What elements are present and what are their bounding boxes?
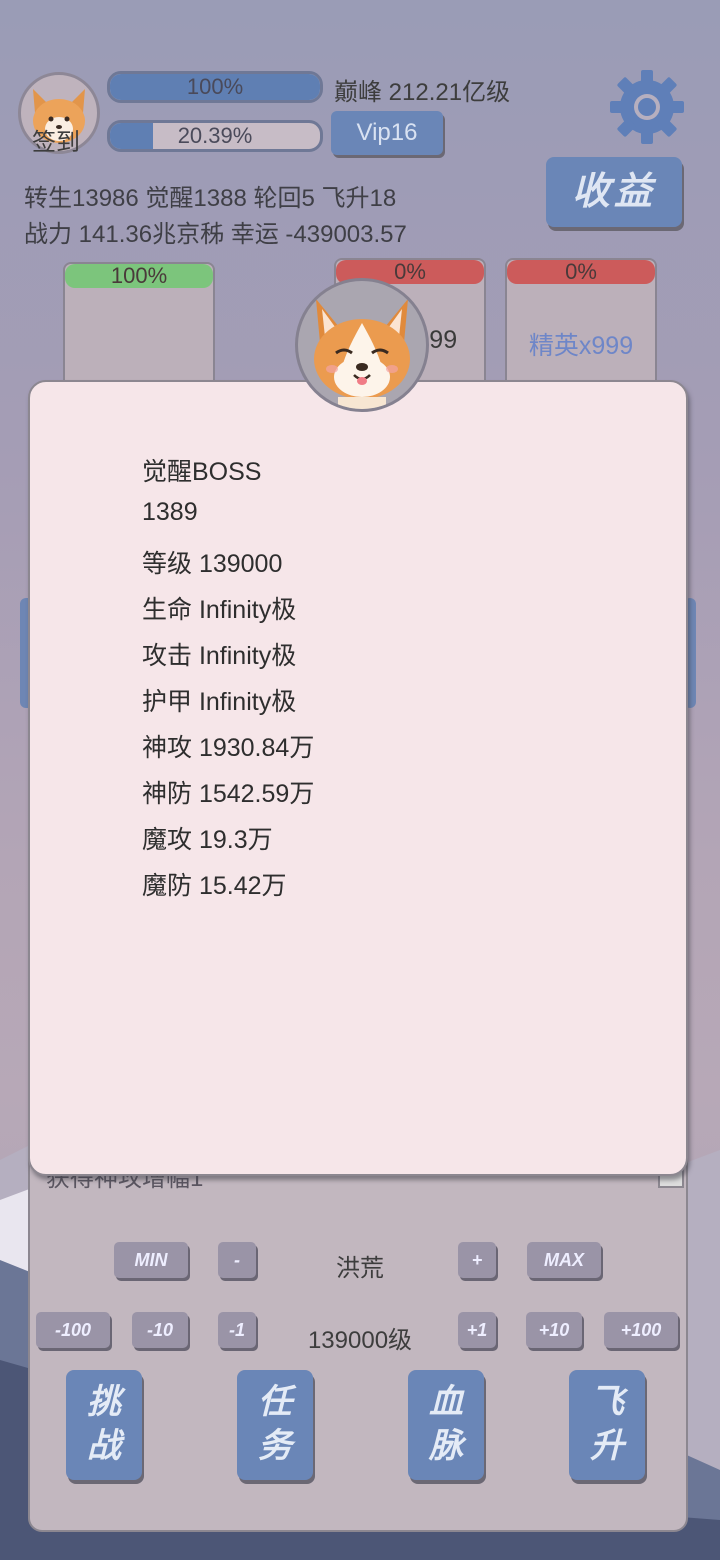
card-progress: 0%	[507, 260, 655, 284]
boss-magic-defense: 魔防 15.42万	[142, 872, 287, 900]
tier-label: 洪荒	[336, 1255, 384, 1282]
minus-10-button[interactable]: -10	[132, 1312, 188, 1348]
rebirth-stats-text: 转生13986 觉醒1388 轮回5 飞升18	[24, 185, 397, 212]
task-label-1: 任	[258, 1383, 292, 1421]
bloodline-label-1: 血	[429, 1383, 463, 1421]
max-button[interactable]: MAX	[527, 1242, 601, 1278]
progress-exp-text: 20.39%	[177, 123, 253, 148]
ascend-label-2: 升	[590, 1427, 624, 1465]
boss-hp: 生命 Infinity极	[142, 596, 297, 624]
boss-number: 1389	[142, 498, 198, 526]
progress-bar-exp: 20.39%	[107, 120, 323, 152]
level-label: 139000级	[307, 1327, 413, 1354]
boss-title: 觉醒BOSS	[142, 458, 262, 486]
gear-icon[interactable]	[608, 68, 686, 146]
bloodline-button[interactable]: 血 脉	[408, 1370, 484, 1480]
plus-100-button[interactable]: +100	[604, 1312, 678, 1348]
task-label-2: 务	[258, 1427, 292, 1465]
corgi-icon	[314, 299, 410, 409]
boss-divine-defense: 神防 1542.59万	[142, 780, 315, 808]
card-elite[interactable]: 0% 精英x999	[505, 258, 657, 392]
earnings-button[interactable]: 收益	[546, 157, 682, 227]
progress-bar-level: 100%	[107, 71, 323, 103]
progress-level-text: 100%	[186, 74, 244, 99]
bloodline-label-2: 脉	[429, 1427, 463, 1465]
boss-avatar	[295, 278, 429, 412]
task-button[interactable]: 任 务	[237, 1370, 313, 1480]
boss-divine-attack: 神攻 1930.84万	[142, 734, 315, 762]
minus-1-button[interactable]: -1	[218, 1312, 256, 1348]
realm-text: 巅峰 212.21亿级	[334, 79, 511, 106]
boss-attack: 攻击 Infinity极	[142, 642, 297, 670]
boss-magic-attack: 魔攻 19.3万	[142, 826, 273, 854]
card-normal[interactable]: 100%	[63, 262, 215, 396]
challenge-label-1: 挑	[87, 1383, 121, 1421]
boss-level: 等级 139000	[142, 550, 283, 578]
plus-1-button[interactable]: +1	[458, 1312, 496, 1348]
plus-button[interactable]: +	[458, 1242, 496, 1278]
sign-in-label[interactable]: 签到	[18, 122, 94, 157]
vip-button[interactable]: Vip16	[331, 111, 443, 155]
boss-armor: 护甲 Infinity极	[142, 688, 297, 716]
minus-button[interactable]: -	[218, 1242, 256, 1278]
ascend-label-1: 飞	[590, 1383, 624, 1421]
card-label: 精英x999	[528, 332, 634, 360]
challenge-label-2: 战	[87, 1427, 121, 1465]
boss-info-dialog[interactable]: 觉醒BOSS 1389 等级 139000 生命 Infinity极 攻击 In…	[28, 380, 688, 1176]
card-progress: 100%	[65, 264, 213, 288]
ascend-button[interactable]: 飞 升	[569, 1370, 645, 1480]
power-luck-text: 战力 141.36兆京秭 幸运 -439003.57	[24, 221, 407, 248]
challenge-button[interactable]: 挑 战	[66, 1370, 142, 1480]
plus-10-button[interactable]: +10	[526, 1312, 582, 1348]
min-button[interactable]: MIN	[114, 1242, 188, 1278]
minus-100-button[interactable]: -100	[36, 1312, 110, 1348]
